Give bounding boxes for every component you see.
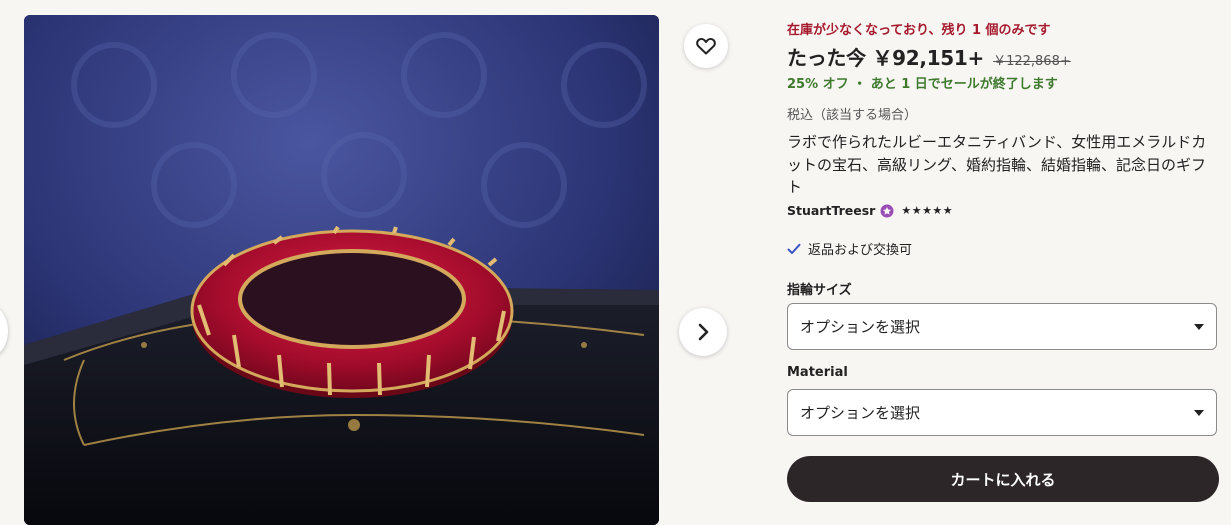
- returns-policy: 返品および交換可: [787, 239, 912, 258]
- tax-note: 税込（該当する場合）: [787, 108, 918, 123]
- add-to-cart-button[interactable]: カートに入れる: [787, 456, 1219, 502]
- next-image-button[interactable]: [679, 308, 727, 356]
- price-row: たった今 ￥92,151+ ￥122,868+: [787, 42, 1071, 71]
- seller-name-link[interactable]: StuartTreesr: [787, 203, 875, 218]
- check-icon: [787, 243, 801, 254]
- listing-title: ラボで作られたルビーエタニティバンド、女性用エメラルドカットの宝石、高級リング、…: [787, 133, 1207, 196]
- rating-stars[interactable]: ★★★★★: [901, 204, 953, 217]
- star-seller-badge-icon: [880, 204, 894, 217]
- material-value: オプションを選択: [800, 404, 921, 422]
- current-price: たった今 ￥92,151+: [787, 46, 984, 70]
- ring-size-value: オプションを選択: [800, 318, 921, 336]
- favorite-button[interactable]: [684, 24, 728, 68]
- ring-size-label: 指輪サイズ: [787, 283, 852, 298]
- seller-info: StuartTreesr ★★★★★: [787, 203, 953, 218]
- stock-notice: 在庫が少なくなっており、残り 1 個のみです: [787, 23, 1051, 38]
- caret-down-icon: [1194, 323, 1204, 330]
- ring-size-select[interactable]: オプションを選択: [787, 303, 1217, 350]
- caret-down-icon: [1194, 409, 1204, 416]
- original-price: ￥122,868+: [993, 54, 1071, 69]
- listing-image[interactable]: [24, 15, 659, 525]
- ring-photo: [24, 15, 659, 525]
- material-label: Material: [787, 365, 848, 380]
- heart-icon: [696, 37, 716, 55]
- sale-info: 25% オフ ・ あと 1 日でセールが終了します: [787, 77, 1058, 92]
- chevron-right-icon: [698, 323, 709, 341]
- previous-image-button[interactable]: [0, 306, 8, 356]
- returns-text: 返品および交換可: [808, 243, 913, 258]
- material-select[interactable]: オプションを選択: [787, 389, 1217, 436]
